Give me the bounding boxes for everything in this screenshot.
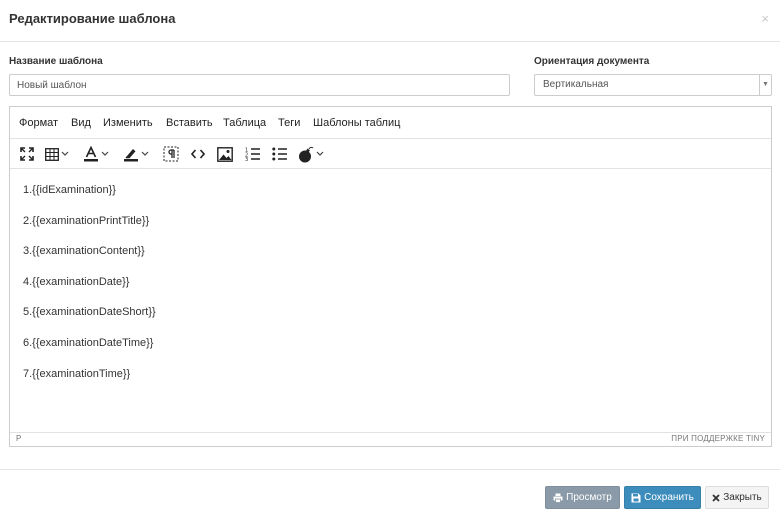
menu-view[interactable]: Вид [71, 117, 91, 129]
code-icon[interactable] [191, 145, 205, 163]
footer-divider [0, 469, 780, 470]
close-button[interactable]: Закрыть [705, 486, 769, 509]
menu-table-templates[interactable]: Шаблоны таблиц [313, 117, 400, 129]
content-line: 4.{{examinationDate}} [23, 276, 130, 288]
numbered-list-icon[interactable]: 123 [245, 145, 260, 163]
chevron-down-icon[interactable]: ▼ [759, 75, 771, 95]
text-color-icon[interactable] [83, 145, 109, 163]
floppy-icon [631, 493, 641, 503]
print-icon [553, 493, 563, 503]
editor-toolbar: 123 [10, 139, 771, 169]
preview-button[interactable]: Просмотр [545, 486, 620, 509]
menu-format[interactable]: Формат [19, 117, 58, 129]
table-icon[interactable] [45, 145, 69, 163]
editor-content[interactable]: 1.{{idExamination}} 2.{{examinationPrint… [10, 169, 771, 432]
modal-title: Редактирование шаблона [9, 11, 176, 26]
bomb-icon[interactable] [298, 145, 324, 163]
orientation-label: Ориентация документа [534, 56, 650, 67]
nonbreaking-icon[interactable] [163, 145, 179, 163]
menu-table[interactable]: Таблица [223, 117, 266, 129]
editor-statusbar: P ПРИ ПОДДЕРЖКЕ TINY [10, 432, 771, 446]
editor-menubar: Формат Вид Изменить Вставить Таблица Тег… [10, 107, 771, 139]
powered-by-tiny[interactable]: ПРИ ПОДДЕРЖКЕ TINY [671, 434, 765, 443]
bullet-list-icon[interactable] [272, 145, 287, 163]
close-label: Закрыть [723, 492, 762, 503]
content-line: 3.{{examinationContent}} [23, 245, 145, 257]
save-label: Сохранить [644, 492, 694, 503]
orientation-value: Вертикальная [543, 79, 609, 90]
chevron-down-icon [61, 151, 69, 156]
highlight-icon[interactable] [123, 145, 149, 163]
menu-insert[interactable]: Вставить [166, 117, 213, 129]
fullscreen-icon[interactable] [20, 145, 34, 163]
close-icon [712, 493, 720, 502]
save-button[interactable]: Сохранить [624, 486, 701, 509]
element-path[interactable]: P [16, 434, 21, 443]
content-line: 2.{{examinationPrintTitle}} [23, 215, 150, 227]
content-line: 5.{{examinationDateShort}} [23, 306, 156, 318]
modal-header: Редактирование шаблона × [0, 0, 780, 42]
content-line: 1.{{idExamination}} [23, 184, 116, 196]
menu-edit[interactable]: Изменить [103, 117, 153, 129]
svg-text:3: 3 [245, 157, 248, 161]
orientation-select[interactable]: Вертикальная ▼ [534, 74, 772, 96]
rich-text-editor: Формат Вид Изменить Вставить Таблица Тег… [9, 106, 772, 447]
template-name-label: Название шаблона [9, 56, 103, 67]
close-icon[interactable]: × [761, 11, 769, 26]
template-name-input[interactable] [9, 74, 510, 96]
content-line: 6.{{examinationDateTime}} [23, 337, 154, 349]
preview-label: Просмотр [566, 492, 612, 503]
image-icon[interactable] [217, 145, 233, 163]
menu-tags[interactable]: Теги [278, 117, 300, 129]
content-line: 7.{{examinationTime}} [23, 368, 131, 380]
